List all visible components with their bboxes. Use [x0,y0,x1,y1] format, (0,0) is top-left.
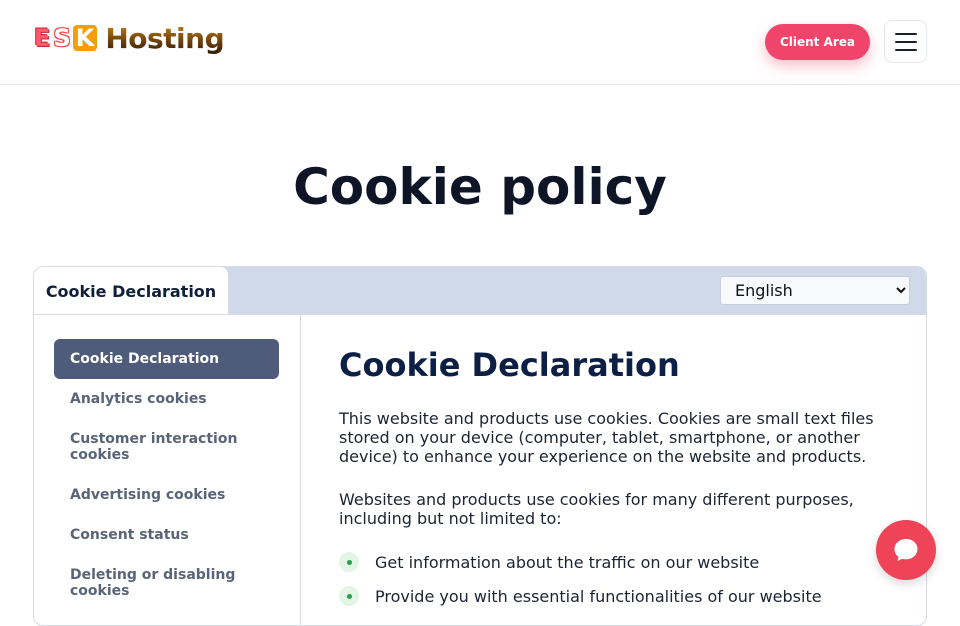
hamburger-line [894,32,917,35]
hamburger-line [894,48,917,51]
list-item: Provide you with essential functionaliti… [339,586,822,606]
sidebar-item-consent-status[interactable]: Consent status [54,527,279,543]
cookie-declaration-panel: Cookie Declaration English Cookie Declar… [33,266,927,626]
sidebar-item-analytics-cookies[interactable]: Analytics cookies [54,391,279,407]
brand-logo[interactable]: E S K Hosting [33,18,225,58]
list-item-text: Provide you with essential functionaliti… [375,586,822,606]
bullet-dot-icon [339,552,359,572]
hamburger-line [894,40,917,43]
logo-monogram: E S K [33,24,98,52]
client-area-button[interactable]: Client Area [765,24,870,60]
sidebar-item-advertising-cookies[interactable]: Advertising cookies [54,487,279,503]
hamburger-icon[interactable] [884,20,927,63]
page-title: Cookie policy [293,158,667,216]
cookie-sidebar: Cookie Declaration Analytics cookies Cus… [34,314,301,625]
logo-letter-e: E [34,24,51,52]
chat-glyph [894,539,918,561]
site-header: E S K Hosting Client Area [0,0,960,85]
cookie-content: Cookie Declaration This website and prod… [301,314,926,625]
tab-cookie-declaration[interactable]: Cookie Declaration [34,267,229,315]
logo-wordmark: Hosting [105,21,225,55]
language-select[interactable]: English [720,276,910,305]
logo-letter-k: K [72,25,98,51]
logo-letter-s: S [53,24,71,52]
purposes-paragraph: Websites and products use cookies for ma… [339,490,854,528]
intro-paragraph: This website and products use cookies. C… [339,409,874,466]
bullet-dot-icon [339,586,359,606]
sidebar-item-customer-interaction-cookies[interactable]: Customer interaction cookies [54,431,279,463]
sidebar-item-cookie-declaration[interactable]: Cookie Declaration [54,339,279,379]
list-item: Get information about the traffic on our… [339,552,759,572]
list-item-text: Get information about the traffic on our… [375,552,760,572]
section-heading: Cookie Declaration [339,346,680,384]
sidebar-item-deleting-cookies[interactable]: Deleting or disabling cookies [54,567,279,599]
chat-bubble-icon[interactable] [876,520,936,580]
